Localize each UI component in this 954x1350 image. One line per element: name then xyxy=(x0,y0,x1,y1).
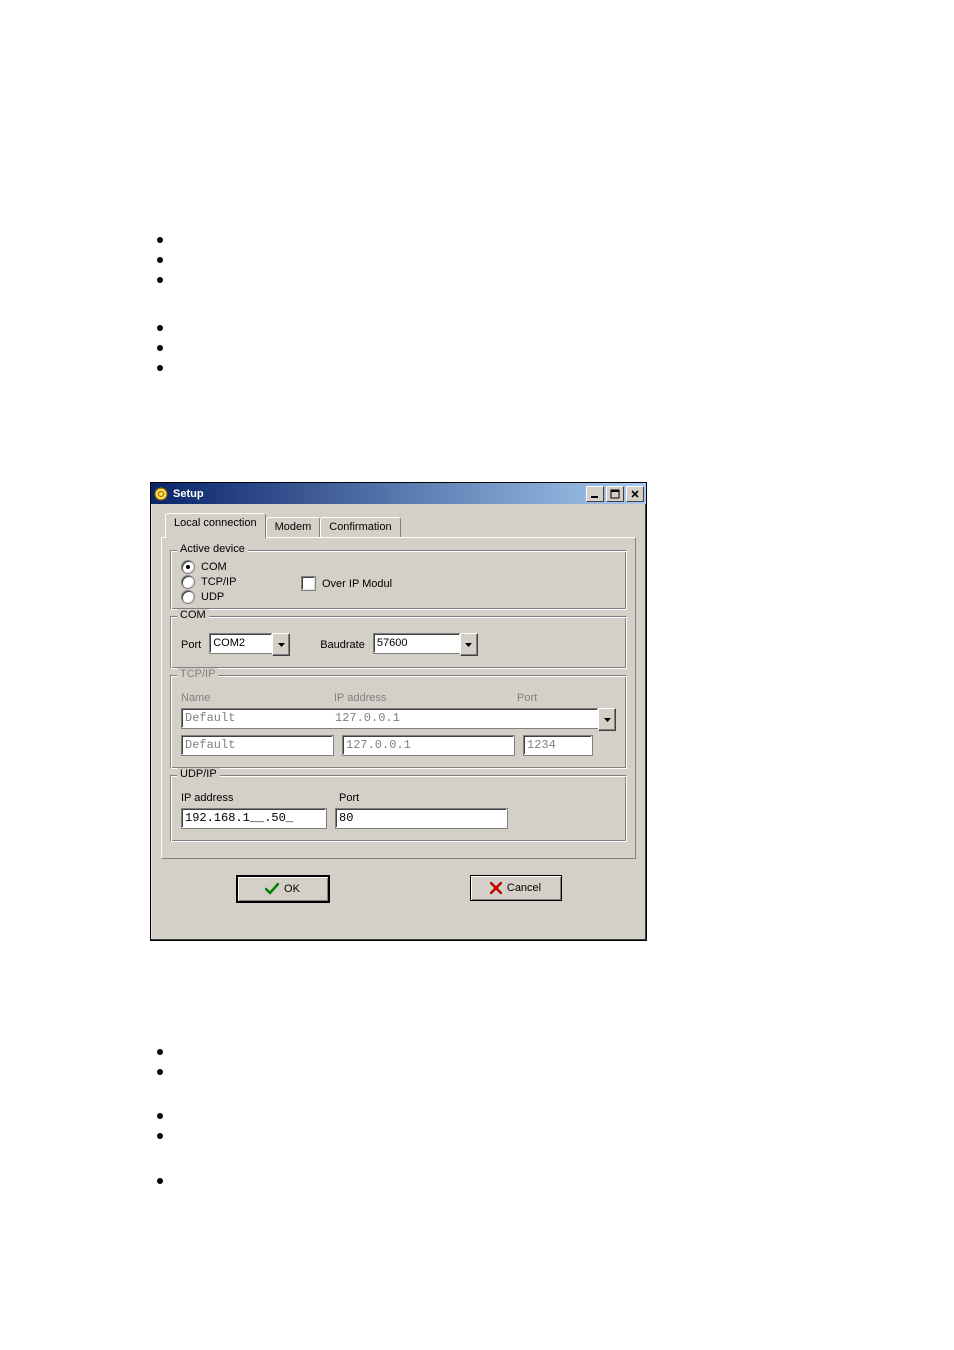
label-ip: IP address xyxy=(181,792,331,804)
preset-name: Default xyxy=(185,710,335,727)
radio-tcpip[interactable]: TCP/IP xyxy=(181,575,301,589)
label-baudrate: Baudrate xyxy=(320,639,365,651)
group-legend: COM xyxy=(177,609,209,621)
input-tcpip-port[interactable]: 1234 xyxy=(523,735,593,756)
radio-udp[interactable]: UDP xyxy=(181,590,301,604)
cancel-button[interactable]: Cancel xyxy=(470,875,562,901)
preset-ip: 127.0.0.1 xyxy=(335,710,400,727)
titlebar[interactable]: Setup xyxy=(151,483,646,504)
group-legend: TCP/IP xyxy=(177,668,218,680)
button-bar: OK Cancel xyxy=(161,875,636,903)
input-tcpip-name[interactable]: Default xyxy=(181,735,334,756)
label-port: Port xyxy=(339,792,359,804)
radio-icon xyxy=(181,560,195,574)
input-udp-port[interactable]: 80 xyxy=(335,808,508,829)
list-bullet xyxy=(157,1133,163,1139)
combo-tcpip-preset[interactable]: Default 127.0.0.1 xyxy=(181,708,616,731)
tab-page-local: Active device COM TCP/IP UDP xyxy=(161,537,636,859)
tab-strip: Local connection Modem Confirmation xyxy=(165,516,636,538)
header-port: Port xyxy=(517,692,537,704)
checkbox-over-ip-modul[interactable]: Over IP Modul xyxy=(301,576,392,591)
list-bullet xyxy=(157,365,163,371)
radio-label: COM xyxy=(201,561,227,573)
group-active-device: Active device COM TCP/IP UDP xyxy=(170,550,627,610)
tab-local-connection[interactable]: Local connection xyxy=(165,513,266,538)
header-ip: IP address xyxy=(334,692,509,704)
setup-window: Setup Local connection Modem Confirmatio… xyxy=(150,482,647,941)
list-bullet xyxy=(157,1069,163,1075)
window-title: Setup xyxy=(173,488,586,500)
tab-label: Confirmation xyxy=(329,521,391,533)
input-tcpip-ip[interactable]: 127.0.0.1 xyxy=(342,735,515,756)
header-name: Name xyxy=(181,692,326,704)
list-bullet xyxy=(157,257,163,263)
group-legend: UDP/IP xyxy=(177,768,220,780)
list-bullet xyxy=(157,277,163,283)
ok-button[interactable]: OK xyxy=(236,875,330,903)
label-port: Port xyxy=(181,639,201,651)
combo-value: 57600 xyxy=(373,633,460,654)
chevron-down-icon[interactable] xyxy=(272,633,290,656)
combo-com-port[interactable]: COM2 xyxy=(209,633,290,656)
group-com: COM Port COM2 Baudrate 57600 xyxy=(170,616,627,669)
input-udp-ip[interactable]: 192.168.1__.50_ xyxy=(181,808,327,829)
minimize-button[interactable] xyxy=(586,486,604,502)
list-bullet xyxy=(157,237,163,243)
checkbox-icon xyxy=(301,576,316,591)
maximize-button[interactable] xyxy=(606,486,624,502)
list-bullet xyxy=(157,1049,163,1055)
group-legend: Active device xyxy=(177,543,248,555)
radio-icon xyxy=(181,575,195,589)
button-label: Cancel xyxy=(507,882,541,894)
chevron-down-icon[interactable] xyxy=(598,708,616,731)
close-button[interactable] xyxy=(626,486,644,502)
group-udpip: UDP/IP IP address Port 192.168.1__.50_ 8… xyxy=(170,775,627,842)
checkbox-label: Over IP Modul xyxy=(322,578,392,590)
list-bullet xyxy=(157,1113,163,1119)
list-bullet xyxy=(157,325,163,331)
list-bullet xyxy=(157,1178,163,1184)
radio-label: TCP/IP xyxy=(201,576,236,588)
chevron-down-icon[interactable] xyxy=(460,633,478,656)
close-icon xyxy=(490,882,502,894)
button-label: OK xyxy=(284,883,300,895)
tab-label: Local connection xyxy=(174,517,257,529)
radio-icon xyxy=(181,590,195,604)
check-icon xyxy=(265,883,279,895)
list-bullet xyxy=(157,345,163,351)
radio-label: UDP xyxy=(201,591,224,603)
app-icon xyxy=(153,486,169,502)
combo-baudrate[interactable]: 57600 xyxy=(373,633,478,656)
tab-label: Modem xyxy=(275,521,312,533)
radio-com[interactable]: COM xyxy=(181,560,301,574)
combo-value: COM2 xyxy=(209,633,272,654)
group-tcpip: TCP/IP Name IP address Port Default 127.… xyxy=(170,675,627,769)
